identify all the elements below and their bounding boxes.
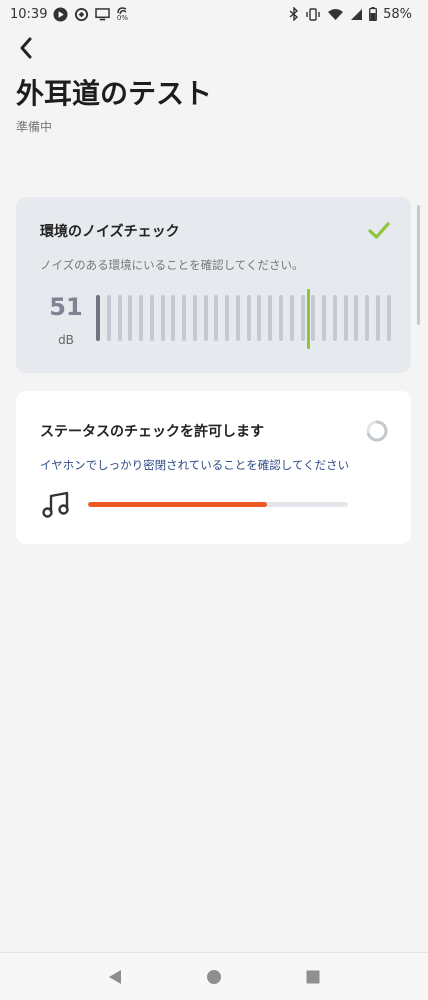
wifi-icon — [327, 8, 344, 21]
noise-meter-bar — [332, 295, 337, 341]
noise-meter-bar — [257, 295, 262, 341]
status-check-description: イヤホンでしっかり密閉されていることを確認してください — [40, 458, 350, 472]
nav-home-button[interactable] — [194, 957, 234, 997]
signal-icon — [350, 8, 363, 21]
noise-meter-bar — [160, 295, 165, 341]
noise-meter-bar — [225, 295, 230, 341]
chevron-left-icon — [20, 37, 32, 59]
noise-meter-bar — [214, 295, 219, 341]
nav-back-button[interactable] — [95, 957, 135, 997]
back-button[interactable] — [12, 34, 40, 62]
noise-meter-bar — [386, 295, 391, 341]
noise-meter-bar — [106, 295, 111, 341]
noise-meter-bar — [171, 295, 176, 341]
noise-meter-bar — [311, 295, 316, 341]
status-check-title: ステータスのチェックを許可します — [40, 424, 264, 440]
noise-meter-bar — [279, 295, 284, 341]
vibrate-icon — [305, 7, 321, 21]
noise-meter-bar — [375, 295, 380, 341]
indicator-percent: 0% — [116, 14, 129, 22]
check-icon — [368, 222, 390, 239]
play-icon — [53, 6, 68, 22]
back-triangle-icon — [108, 969, 121, 984]
loading-spinner-icon — [366, 420, 388, 442]
noise-check-description: ノイズのある環境にいることを確認してください。 — [40, 258, 304, 272]
noise-level-value: 51 — [49, 293, 83, 321]
noise-meter-bar — [128, 295, 133, 341]
noise-meter-bar — [182, 295, 187, 341]
battery-percent: 58% — [383, 6, 412, 22]
noise-meter-bar — [149, 295, 154, 341]
noise-meter-needle — [307, 289, 311, 349]
status-check-card: ステータスのチェックを許可します イヤホンでしっかり密閉されていることを確認して… — [16, 391, 411, 544]
scrollbar[interactable] — [417, 205, 420, 325]
noise-meter-bar — [192, 295, 197, 341]
page-subtitle: 準備中 — [16, 120, 53, 134]
status-bar: 10:39 0% 58% — [0, 0, 428, 28]
bluetooth-icon — [289, 7, 299, 21]
noise-meter-bar — [268, 295, 273, 341]
music-note-icon — [42, 491, 69, 518]
noise-check-card: 環境のノイズチェック ノイズのある環境にいることを確認してください。 51 dB — [16, 197, 411, 373]
home-circle-icon — [206, 969, 221, 984]
status-bar-right: 58% — [289, 7, 412, 22]
battery-icon — [369, 7, 378, 21]
noise-meter — [96, 295, 391, 341]
status-time: 10:39 — [10, 6, 48, 22]
noise-check-title: 環境のノイズチェック — [40, 224, 180, 240]
system-nav-bar — [0, 952, 428, 1000]
noise-meter-bar — [246, 295, 251, 341]
noise-meter-bar — [365, 295, 370, 341]
status-bar-left: 10:39 0% — [10, 6, 128, 22]
noise-meter-bar — [322, 295, 327, 341]
page-title: 外耳道のテスト — [16, 77, 213, 110]
fan-icon: 0% — [116, 6, 128, 22]
noise-meter-bar — [289, 295, 294, 341]
noise-meter-bar — [354, 295, 359, 341]
nav-recents-button[interactable] — [293, 957, 333, 997]
recents-square-icon — [306, 970, 320, 983]
seal-progress-fill — [88, 502, 268, 507]
cast-icon — [95, 7, 111, 21]
noise-meter-bar — [343, 295, 348, 341]
seal-progress-bar — [88, 502, 348, 507]
noise-meter-bar — [300, 295, 305, 341]
noise-level-unit: dB — [58, 333, 74, 347]
noise-meter-bar — [203, 295, 208, 341]
noise-meter-bar — [139, 295, 144, 341]
noise-meter-bar — [96, 295, 100, 341]
noise-meter-bar — [235, 295, 240, 341]
sync-icon — [74, 7, 89, 22]
noise-meter-bar — [117, 295, 122, 341]
